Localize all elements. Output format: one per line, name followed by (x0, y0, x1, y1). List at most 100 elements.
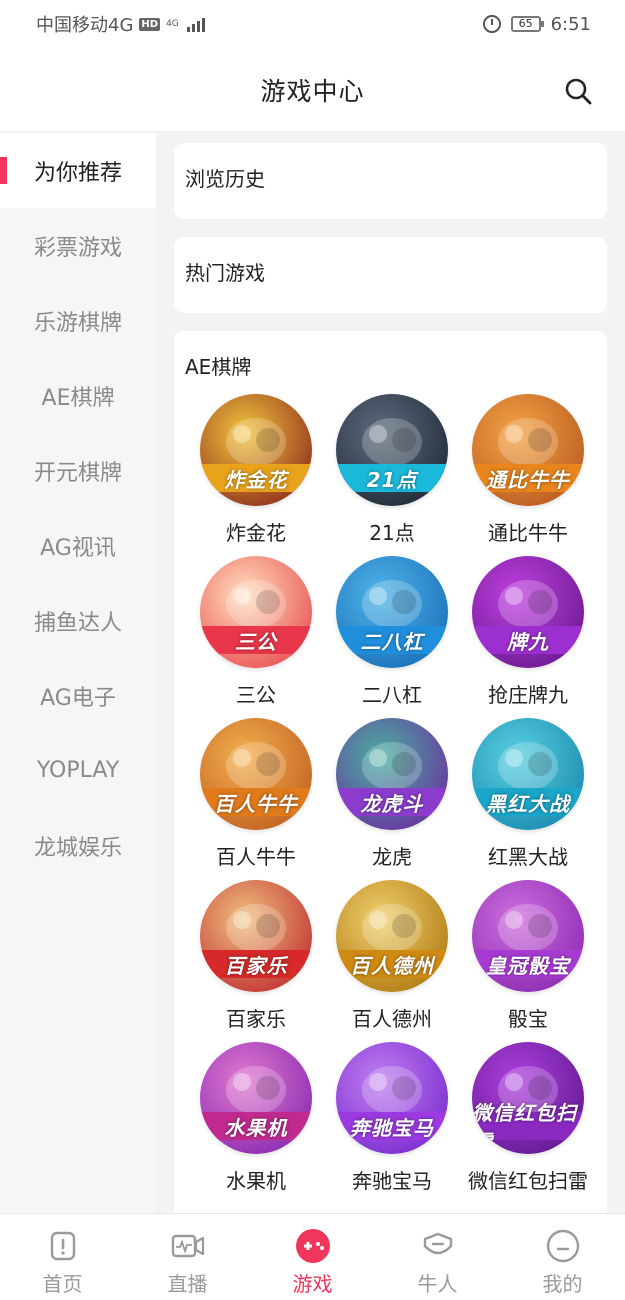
game-banner: 龙虎斗 (336, 788, 448, 816)
sidebar-item[interactable]: 乐游棋牌 (0, 283, 156, 358)
home-icon (50, 1231, 75, 1261)
game-label: 抢庄牌九 (488, 683, 568, 707)
sidebar-item-label: AE棋牌 (41, 385, 115, 411)
carrier-label: 中国移动4G (36, 15, 134, 36)
nav-item[interactable]: 游戏 (250, 1214, 375, 1300)
game-icon[interactable]: 水果机 (200, 1042, 312, 1154)
sidebar-item[interactable]: YOPLAY (0, 733, 156, 808)
game-tile[interactable]: 通比牛牛 通比牛牛 (458, 394, 598, 546)
game-label: 炸金花 (226, 521, 286, 545)
sidebar-item[interactable]: AE棋牌 (0, 358, 156, 433)
game-banner: 皇冠骰宝 (472, 950, 584, 978)
nav-label: 牛人 (417, 1272, 458, 1296)
game-label: 龙虎 (372, 845, 412, 869)
sidebar-item-label: 龙城娱乐 (33, 835, 122, 861)
sidebar-item-label: 捕鱼达人 (33, 610, 122, 636)
game-icon[interactable]: 百家乐 (200, 880, 312, 992)
game-icon[interactable]: 黑红大战 (472, 718, 584, 830)
network-type: 4G (166, 19, 179, 29)
alarm-icon (482, 15, 501, 33)
game-banner: 微信红包扫雷 (472, 1101, 584, 1154)
sidebar-item[interactable]: 龙城娱乐 (0, 808, 156, 883)
game-tile[interactable]: 炸金花 炸金花 (186, 394, 326, 546)
nav-item[interactable]: 牛人 (375, 1214, 500, 1300)
game-tile[interactable]: 百人德州 百人德州 (322, 880, 462, 1032)
sidebar-item[interactable]: 为你推荐 (0, 133, 156, 208)
game-label: 微信红包扫雷 (468, 1169, 588, 1193)
game-icon[interactable]: 牌九 (472, 556, 584, 668)
nav-label: 直播 (167, 1272, 208, 1296)
game-label: 百家乐 (226, 1007, 286, 1031)
status-bar: 中国移动4G HD 4G 65 6:51 (0, 0, 625, 48)
game-tile[interactable]: 龙虎斗 龙虎 (322, 718, 462, 870)
game-banner: 百人牛牛 (200, 788, 312, 816)
sidebar-item-label: 彩票游戏 (33, 235, 122, 261)
signal-icon (186, 16, 205, 32)
nav-label: 首页 (42, 1272, 83, 1296)
game-tile[interactable]: 二八杠 二八杠 (322, 556, 462, 708)
game-tile[interactable]: 牌九 抢庄牌九 (458, 556, 598, 708)
game-label: 二八杠 (362, 683, 422, 707)
bottom-nav: 首页 直播 游戏 牛人 我的 (0, 1213, 625, 1300)
game-label: 骰宝 (508, 1007, 548, 1031)
game-banner: 二八杠 (336, 626, 448, 654)
nav-label: 我的 (542, 1272, 583, 1296)
game-banner: 牌九 (472, 626, 584, 654)
game-tile[interactable]: 微信红包扫雷 微信红包扫雷 (458, 1042, 598, 1194)
game-icon[interactable]: 炸金花 (200, 394, 312, 506)
game-banner: 水果机 (200, 1112, 312, 1140)
game-icon[interactable]: 21点 (336, 394, 448, 506)
nav-item[interactable]: 首页 (0, 1214, 125, 1300)
game-icon[interactable]: 通比牛牛 (472, 394, 584, 506)
sidebar-item-label: YOPLAY (36, 758, 120, 783)
nav-item[interactable]: 直播 (125, 1214, 250, 1300)
search-icon[interactable] (563, 76, 593, 106)
app-header: 游戏中心 (0, 48, 625, 132)
game-label: 奔驰宝马 (352, 1169, 432, 1193)
gamepad-icon (295, 1229, 330, 1263)
sidebar-item-label: 开元棋牌 (33, 460, 122, 486)
game-icon[interactable]: 微信红包扫雷 (472, 1042, 584, 1154)
game-label: 百人牛牛 (216, 845, 296, 869)
game-tile[interactable]: 百家乐 百家乐 (186, 880, 326, 1032)
game-banner: 百人德州 (336, 950, 448, 978)
game-icon[interactable]: 百人德州 (336, 880, 448, 992)
game-icon[interactable]: 三公 (200, 556, 312, 668)
game-tile[interactable]: 奔驰宝马 奔驰宝马 (322, 1042, 462, 1194)
game-banner: 百家乐 (200, 950, 312, 978)
hot-games-title: 热门游戏 (185, 261, 265, 285)
sidebar-item[interactable]: 开元棋牌 (0, 433, 156, 508)
game-icon[interactable]: 百人牛牛 (200, 718, 312, 830)
history-section[interactable]: 浏览历史 (174, 143, 607, 219)
game-label: 三公 (236, 683, 276, 707)
nav-item[interactable]: 我的 (500, 1214, 625, 1300)
game-label: 通比牛牛 (488, 521, 568, 545)
game-icon[interactable]: 二八杠 (336, 556, 448, 668)
game-tile[interactable]: 21点 21点 (322, 394, 462, 546)
ae-section-title: AE棋牌 (185, 355, 252, 379)
game-tile[interactable]: 黑红大战 红黑大战 (458, 718, 598, 870)
status-right: 65 6:51 (482, 13, 591, 35)
game-tile[interactable]: 水果机 水果机 (186, 1042, 326, 1194)
history-title: 浏览历史 (185, 167, 265, 191)
game-icon[interactable]: 龙虎斗 (336, 718, 448, 830)
sidebar-item[interactable]: 彩票游戏 (0, 208, 156, 283)
game-label: 21点 (369, 521, 415, 545)
game-tile[interactable]: 皇冠骰宝 骰宝 (458, 880, 598, 1032)
hd-badge: HD (139, 17, 161, 31)
sidebar-item-label: 乐游棋牌 (33, 310, 122, 336)
game-icon[interactable]: 奔驰宝马 (336, 1042, 448, 1154)
hot-games-section[interactable]: 热门游戏 (174, 237, 607, 313)
sidebar-item[interactable]: AG视讯 (0, 508, 156, 583)
sidebar-item-label: AG视讯 (40, 535, 116, 561)
expert-icon (423, 1232, 452, 1255)
clock: 6:51 (550, 13, 591, 35)
ae-section: AE棋牌 炸金花 炸金花 21点 21点 通比牛牛 通比牛牛 三公 三公 二八杠 二八杠 牌九 抢庄牌… (174, 331, 607, 1231)
main-content: 浏览历史 热门游戏 AE棋牌 炸金花 炸金花 21点 21点 通比牛牛 通比牛牛 三公 三公二… (156, 133, 625, 1231)
sidebar-item[interactable]: AG电子 (0, 658, 156, 733)
game-tile[interactable]: 三公 三公 (186, 556, 326, 708)
game-banner: 通比牛牛 (472, 464, 584, 492)
game-icon[interactable]: 皇冠骰宝 (472, 880, 584, 992)
game-tile[interactable]: 百人牛牛 百人牛牛 (186, 718, 326, 870)
sidebar-item[interactable]: 捕鱼达人 (0, 583, 156, 658)
